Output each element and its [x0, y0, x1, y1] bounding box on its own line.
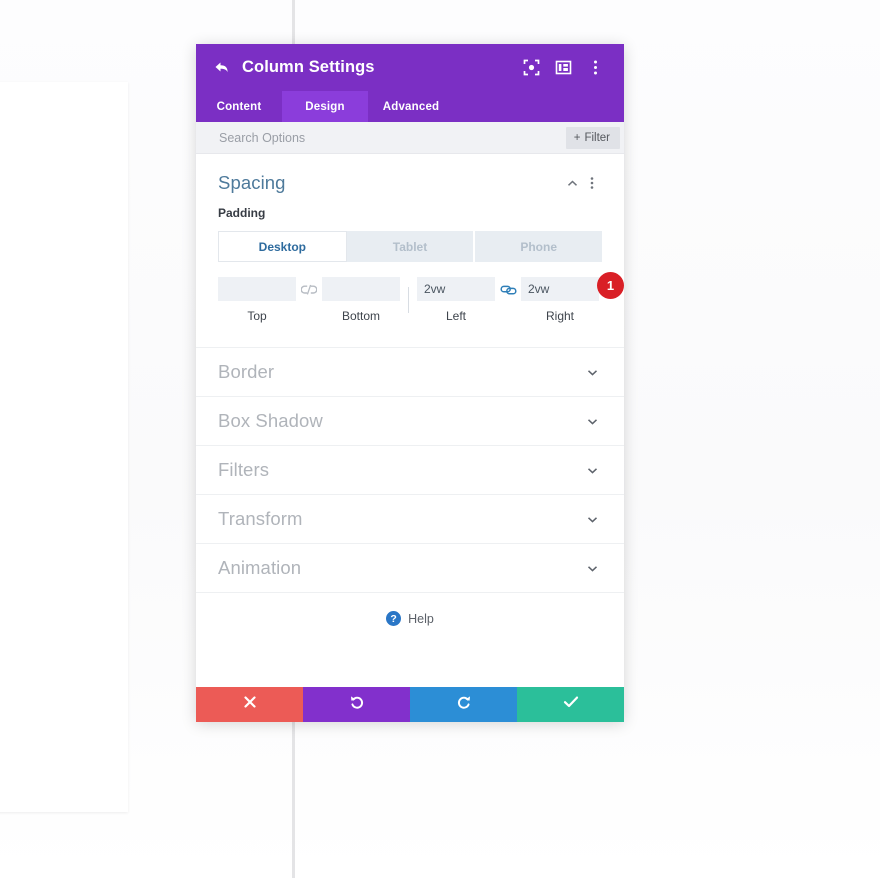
device-tab-phone[interactable]: Phone: [475, 231, 603, 262]
background-content-card: [0, 82, 128, 812]
section-filters[interactable]: Filters: [196, 445, 624, 494]
device-tab-desktop[interactable]: Desktop: [218, 231, 347, 262]
save-button[interactable]: [517, 687, 624, 722]
redo-button[interactable]: [410, 687, 517, 722]
padding-right-cell: Right: [521, 277, 599, 323]
tab-content[interactable]: Content: [196, 91, 282, 122]
section-border-label: Border: [218, 361, 275, 382]
section-border[interactable]: Border: [196, 347, 624, 396]
close-x-icon: [243, 695, 257, 714]
column-settings-modal: Column Settings Content Design Advanced …: [196, 44, 624, 722]
question-mark-icon: ?: [386, 611, 402, 626]
page-canvas: Column Settings Content Design Advanced …: [0, 0, 880, 878]
padding-inputs-row: Top Bottom 2vw Left 2vw Right 1: [218, 272, 624, 323]
section-box-shadow[interactable]: Box Shadow: [196, 396, 624, 445]
padding-bottom-label: Bottom: [341, 309, 380, 323]
padding-right-label: Right: [545, 309, 574, 323]
modal-footer: [196, 687, 624, 722]
chain-linked-icon[interactable]: [495, 284, 521, 296]
section-transform[interactable]: Transform: [196, 494, 624, 543]
search-input[interactable]: [219, 130, 566, 145]
plus-icon: +: [573, 131, 581, 144]
padding-group-horizontal: Left Right: [417, 277, 599, 323]
modal-body: Spacing Padding Desktop Tablet Phone Top…: [196, 154, 624, 687]
section-spacing-title[interactable]: Spacing: [218, 172, 562, 194]
padding-left-label: Left: [445, 309, 466, 323]
focus-target-icon[interactable]: [518, 55, 544, 81]
help-button[interactable]: ? Help: [196, 592, 624, 644]
padding-right-input[interactable]: [521, 277, 599, 301]
modal-tabs: Content Design Advanced: [196, 91, 624, 122]
padding-top-label: Top: [247, 309, 267, 323]
more-vertical-icon[interactable]: [582, 55, 608, 81]
section-filters-label: Filters: [218, 459, 270, 480]
redo-arrow-icon: [456, 694, 472, 715]
padding-left-input[interactable]: [417, 277, 495, 301]
layout-panel-icon[interactable]: [550, 55, 576, 81]
padding-top-cell: Top: [218, 277, 296, 323]
check-icon: [563, 695, 579, 714]
device-toggle: Desktop Tablet Phone: [218, 231, 603, 262]
section-animation[interactable]: Animation: [196, 543, 624, 592]
section-spacing-menu-icon[interactable]: [582, 173, 602, 193]
padding-divider: [408, 287, 409, 313]
search-bar: + Filter: [196, 122, 624, 154]
padding-left-cell: Left: [417, 277, 495, 323]
modal-header: Column Settings: [196, 44, 624, 91]
section-spacing-header: Spacing: [218, 154, 602, 194]
padding-label: Padding: [218, 206, 266, 220]
chevron-up-icon[interactable]: [562, 173, 582, 193]
padding-bottom-input[interactable]: [322, 277, 400, 301]
padding-bottom-cell: Bottom: [322, 277, 400, 323]
tab-design[interactable]: Design: [282, 91, 368, 122]
help-label: Help: [408, 611, 434, 626]
device-tab-tablet[interactable]: Tablet: [346, 231, 476, 262]
page-title: Column Settings: [242, 58, 375, 76]
section-transform-label: Transform: [218, 508, 303, 529]
section-animation-label: Animation: [218, 557, 302, 578]
padding-top-input[interactable]: [218, 277, 296, 301]
back-arrow-icon[interactable]: [210, 57, 232, 79]
chevron-down-icon[interactable]: [582, 509, 602, 529]
padding-group-vertical: Top Bottom: [218, 277, 400, 323]
section-spacing: Spacing Padding Desktop Tablet Phone Top…: [196, 154, 624, 347]
chevron-down-icon[interactable]: [582, 411, 602, 431]
status-badge[interactable]: 1: [597, 272, 624, 299]
chevron-down-icon[interactable]: [582, 460, 602, 480]
undo-arrow-icon: [349, 694, 365, 715]
chevron-down-icon[interactable]: [582, 558, 602, 578]
undo-button[interactable]: [303, 687, 410, 722]
cancel-button[interactable]: [196, 687, 303, 722]
section-box-shadow-label: Box Shadow: [218, 410, 323, 431]
chain-broken-icon[interactable]: [296, 284, 322, 296]
spacing-section-spacer: [218, 323, 602, 347]
filter-button-label: Filter: [584, 131, 610, 144]
filter-button[interactable]: + Filter: [565, 126, 620, 149]
chevron-down-icon[interactable]: [582, 362, 602, 382]
tab-advanced[interactable]: Advanced: [368, 91, 454, 122]
